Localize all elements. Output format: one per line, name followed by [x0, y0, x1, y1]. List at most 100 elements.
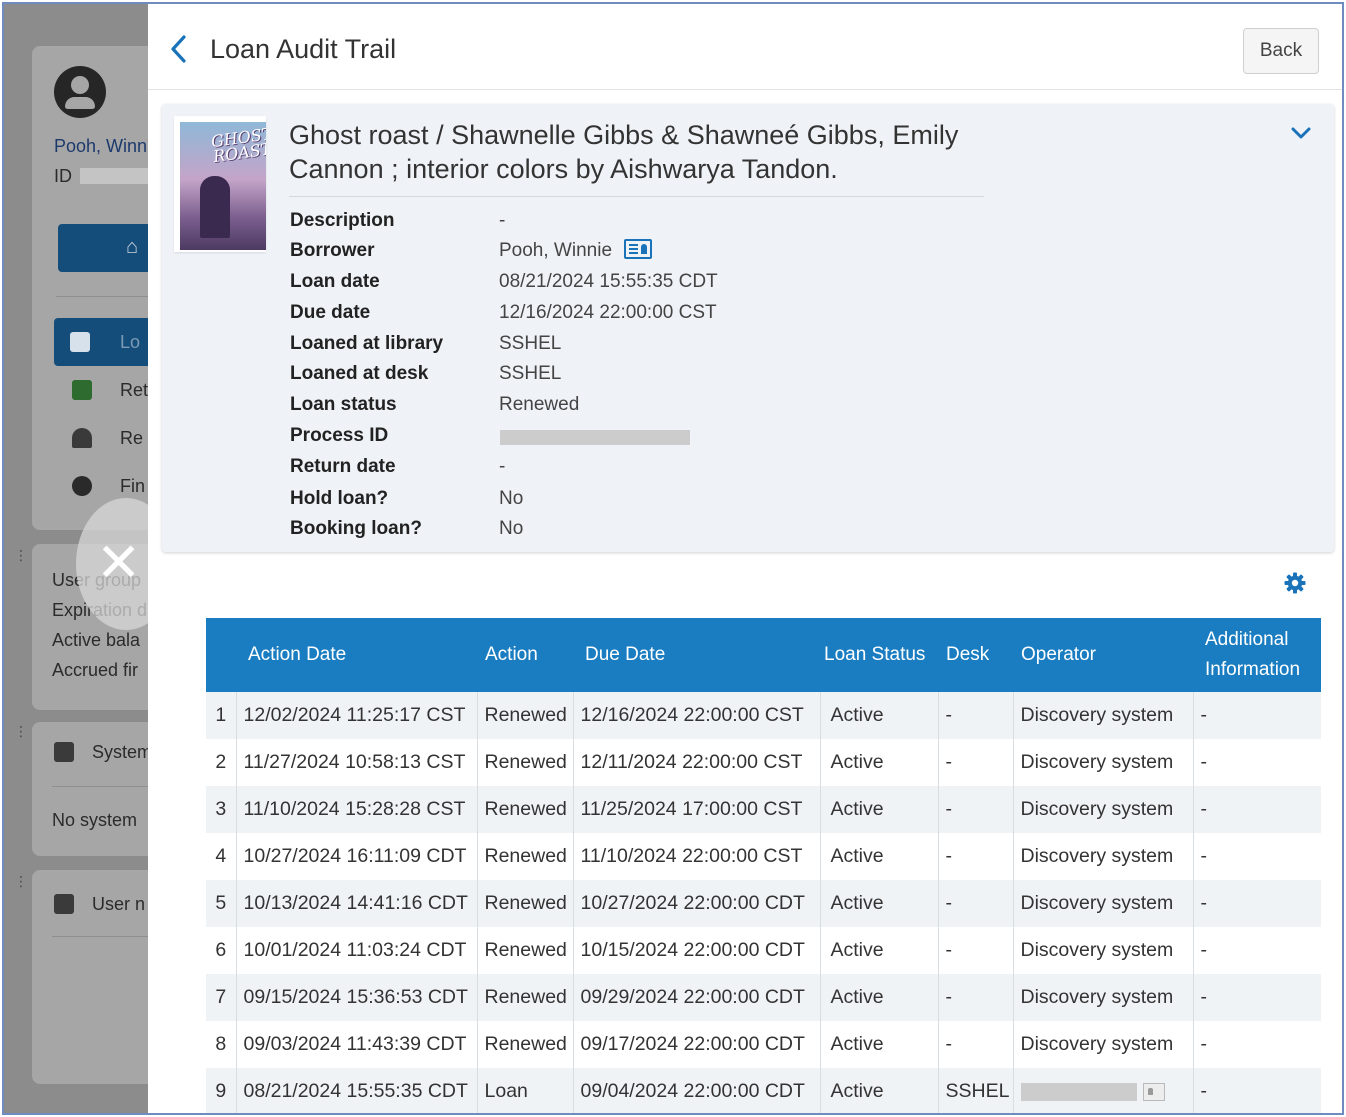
nav-label-fines[interactable]: Fin	[120, 476, 145, 497]
cell-due-date: 11/10/2024 22:00:00 CST	[573, 833, 821, 880]
fines-icon	[72, 476, 92, 496]
loan-details-card: GHOST ROAST Ghost roast / Shawnelle Gibb…	[162, 104, 1334, 552]
cell-additional-information: -	[1193, 833, 1321, 880]
cell-due-date: 09/04/2024 22:00:00 CDT	[573, 1068, 821, 1113]
divider	[289, 196, 984, 197]
cell-action: Renewed	[477, 786, 574, 833]
cell-operator: Discovery system	[1013, 739, 1194, 786]
panel-header: Loan Audit Trail Back	[148, 4, 1342, 90]
avatar	[54, 66, 106, 118]
loan-audit-panel: Loan Audit Trail Back GHOST ROAST Ghost …	[148, 4, 1342, 1113]
user-id-label: ID	[54, 166, 72, 186]
cell-action-date: 10/01/2024 11:03:24 CDT	[236, 927, 478, 974]
column-header-loan-status[interactable]: Loan Status	[820, 618, 938, 692]
column-header-action[interactable]: Action	[477, 618, 573, 692]
user-name-link[interactable]: Pooh, Winn	[54, 136, 147, 157]
row-index: 4	[206, 833, 237, 880]
field-value-loaned-at-desk: SSHEL	[499, 363, 562, 384]
cell-desk: -	[938, 880, 1014, 927]
field-value-booking-loan: No	[499, 518, 524, 539]
field-label-loan-status: Loan status	[290, 394, 397, 415]
drag-handle-icon[interactable]: ⋮	[14, 548, 28, 562]
field-value-description: -	[499, 210, 506, 231]
table-row[interactable]: 7 09/15/2024 15:36:53 CDT Renewed 09/29/…	[206, 974, 1321, 1021]
page-title: Loan Audit Trail	[210, 34, 397, 64]
table-row[interactable]: 4 10/27/2024 16:11:09 CDT Renewed 11/10/…	[206, 833, 1321, 880]
field-value-borrower: Pooh, Winnie	[499, 238, 653, 262]
field-label-return-date: Return date	[290, 456, 396, 477]
cell-action: Renewed	[477, 927, 574, 974]
row-index: 8	[206, 1021, 237, 1068]
cell-operator: Discovery system	[1013, 880, 1194, 927]
field-label-loaned-at-desk: Loaned at desk	[290, 363, 429, 384]
table-row[interactable]: 3 11/10/2024 15:28:28 CST Renewed 11/25/…	[206, 786, 1321, 833]
field-value-hold-loan: No	[499, 488, 524, 509]
cell-additional-information: -	[1193, 880, 1321, 927]
close-icon[interactable]: ✕	[96, 536, 141, 590]
requests-icon	[72, 428, 92, 448]
column-header-action-date[interactable]: Action Date	[236, 618, 477, 692]
system-section-title: System	[92, 742, 153, 762]
field-value-process-id	[500, 430, 690, 445]
cell-desk: -	[938, 927, 1014, 974]
table-row[interactable]: 5 10/13/2024 14:41:16 CDT Renewed 10/27/…	[206, 880, 1321, 927]
cell-desk: -	[938, 786, 1014, 833]
drag-handle-icon[interactable]: ⋮	[14, 874, 28, 888]
cell-operator: Discovery system	[1013, 1021, 1194, 1068]
drag-handle-icon[interactable]: ⋮	[14, 724, 28, 738]
table-header-row: Action Date Action Due Date Loan Status …	[206, 618, 1321, 692]
book-cover-image: GHOST ROAST	[180, 122, 266, 250]
contact-card-icon[interactable]	[1142, 1082, 1165, 1101]
cell-due-date: 10/27/2024 22:00:00 CDT	[573, 880, 821, 927]
field-value-loaned-at-library: SSHEL	[499, 333, 562, 354]
cell-due-date: 09/17/2024 22:00:00 CDT	[573, 1021, 821, 1068]
table-row[interactable]: 8 09/03/2024 11:43:39 CDT Renewed 09/17/…	[206, 1021, 1321, 1068]
cell-loan-status: Active	[820, 880, 939, 927]
row-index: 9	[206, 1068, 237, 1113]
cell-additional-information: -	[1193, 692, 1321, 739]
chevron-down-icon[interactable]	[1290, 122, 1312, 144]
cell-loan-status: Active	[820, 974, 939, 1021]
cell-desk: -	[938, 833, 1014, 880]
cell-operator: Discovery system	[1013, 974, 1194, 1021]
info-line: Accrued fir	[52, 660, 139, 680]
column-header-additional-information[interactable]: Additional Information	[1193, 618, 1321, 692]
cell-action-date: 10/13/2024 14:41:16 CDT	[236, 880, 478, 927]
cell-due-date: 09/29/2024 22:00:00 CDT	[573, 974, 821, 1021]
cell-desk: SSHEL	[938, 1068, 1014, 1113]
row-index: 6	[206, 927, 237, 974]
gear-icon[interactable]	[1283, 571, 1307, 595]
cell-action: Renewed	[477, 974, 574, 1021]
borrower-name: Pooh, Winnie	[499, 240, 613, 261]
table-row[interactable]: 9 08/21/2024 15:55:35 CDT Loan 09/04/202…	[206, 1068, 1321, 1113]
column-header-operator[interactable]: Operator	[1013, 618, 1193, 692]
table-row[interactable]: 6 10/01/2024 11:03:24 CDT Renewed 10/15/…	[206, 927, 1321, 974]
column-header-desk[interactable]: Desk	[938, 618, 1013, 692]
cell-due-date: 12/11/2024 22:00:00 CST	[573, 739, 821, 786]
table-row[interactable]: 1 12/02/2024 11:25:17 CST Renewed 12/16/…	[206, 692, 1321, 739]
chevron-left-icon[interactable]	[168, 34, 190, 64]
cell-operator: Discovery system	[1013, 692, 1194, 739]
home-icon: ⌂	[126, 236, 139, 258]
cell-action-date: 10/27/2024 16:11:09 CDT	[236, 833, 478, 880]
cell-additional-information: -	[1193, 927, 1321, 974]
cell-operator: Discovery system	[1013, 927, 1194, 974]
back-button[interactable]: Back	[1243, 28, 1319, 74]
cell-loan-status: Active	[820, 1021, 939, 1068]
returns-icon	[72, 380, 92, 400]
cell-desk: -	[938, 692, 1014, 739]
column-header-due-date[interactable]: Due Date	[573, 618, 820, 692]
cell-desk: -	[938, 1021, 1014, 1068]
contact-card-icon[interactable]	[624, 238, 653, 259]
field-value-return-date: -	[499, 456, 506, 477]
cell-operator: Discovery system	[1013, 833, 1194, 880]
cell-additional-information: -	[1193, 974, 1321, 1021]
row-index: 5	[206, 880, 237, 927]
field-label-borrower: Borrower	[290, 240, 375, 261]
cell-action: Renewed	[477, 739, 574, 786]
table-row[interactable]: 2 11/27/2024 10:58:13 CST Renewed 12/11/…	[206, 739, 1321, 786]
cell-loan-status: Active	[820, 927, 939, 974]
row-index: 1	[206, 692, 237, 739]
nav-label-returns[interactable]: Ret	[120, 380, 148, 401]
nav-label-requests[interactable]: Re	[120, 428, 143, 449]
